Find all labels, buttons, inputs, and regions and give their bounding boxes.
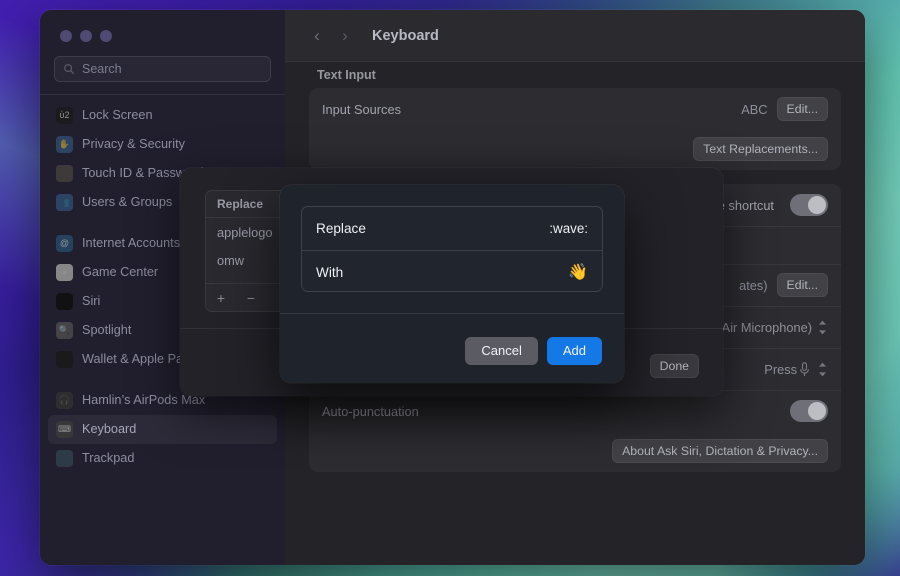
modal-actions: Cancel Add — [465, 337, 602, 365]
auto-punctuation-label: Auto-punctuation — [322, 404, 419, 419]
spotlight-icon: 🔍 — [56, 322, 73, 339]
input-sources-value: ABC — [741, 102, 767, 117]
window-controls — [40, 10, 285, 42]
users-icon: 👥 — [56, 194, 73, 211]
maximize-button[interactable] — [100, 30, 112, 42]
text-replacements-row: Text Replacements... — [309, 130, 841, 170]
sidebar-item-label: Siri — [82, 294, 100, 308]
sidebar-item-label: Privacy & Security — [82, 137, 185, 151]
sidebar-item-label: Game Center — [82, 265, 158, 279]
sidebar-item-privacy-security[interactable]: ✋ Privacy & Security — [48, 130, 277, 159]
replacement-shortcut-text: applelogo — [217, 225, 273, 240]
close-button[interactable] — [60, 30, 72, 42]
microphone-icon — [799, 362, 810, 377]
sidebar-item-label: Spotlight — [82, 323, 131, 337]
chevron-updown-icon[interactable] — [817, 361, 828, 378]
modal-with-value[interactable]: 👋 — [568, 262, 588, 282]
game-center-icon: ● — [56, 264, 73, 281]
sidebar-item-label: Internet Accounts — [82, 236, 180, 250]
row-input-sources: Input Sources ABC Edit... — [309, 88, 841, 130]
text-input-group: Input Sources ABC Edit... Text Replaceme… — [309, 88, 841, 170]
add-button[interactable]: Add — [547, 337, 602, 365]
sidebar-item-label: Lock Screen — [82, 108, 153, 122]
desktop-wallpaper: ὑ2Lock Screen✋Privacy & SecurityTouch ID… — [0, 0, 900, 576]
shortcut-value: Press — [764, 362, 797, 377]
sidebar-item-label: Keyboard — [82, 422, 136, 436]
lock-icon: ὑ2 — [56, 107, 73, 124]
modal-with-label: With — [316, 265, 343, 280]
modal-row-replace[interactable]: Replace :wave: — [302, 207, 602, 250]
text-replacements-button[interactable]: Text Replacements... — [693, 137, 828, 161]
cancel-button[interactable]: Cancel — [465, 337, 537, 365]
sidebar-divider — [40, 94, 285, 95]
row-auto-punctuation: Auto-punctuation — [309, 390, 841, 432]
forward-button[interactable]: › — [331, 22, 359, 50]
siri-icon — [56, 293, 73, 310]
page-title: Keyboard — [372, 28, 439, 44]
at-sign-icon: @ — [56, 235, 73, 252]
modal-divider — [280, 313, 624, 314]
input-sources-edit-button[interactable]: Edit... — [777, 97, 828, 121]
replacement-shortcut-text: omw — [217, 253, 244, 268]
sidebar-item-label: Users & Groups — [82, 195, 172, 209]
input-sources-label: Input Sources — [322, 102, 401, 117]
modal-replace-label: Replace — [316, 221, 366, 236]
about-row: About Ask Siri, Dictation & Privacy... — [309, 432, 841, 472]
replacements-done-button[interactable]: Done — [650, 354, 699, 378]
dictation-shortcut-toggle[interactable] — [790, 194, 828, 216]
back-button[interactable]: ‹ — [303, 22, 331, 50]
dictation-shortcut-partial-label: e shortcut — [718, 198, 774, 213]
sidebar-item-label: Trackpad — [82, 451, 134, 465]
about-ask-siri-button[interactable]: About Ask Siri, Dictation & Privacy... — [612, 439, 828, 463]
modal-field-group: Replace :wave: With 👋 — [301, 206, 603, 292]
languages-edit-button[interactable]: Edit... — [777, 273, 828, 297]
trackpad-icon — [56, 450, 73, 467]
keyboard-icon: ⌨ — [56, 421, 73, 438]
sidebar-item-lock-screen[interactable]: ὑ2 Lock Screen — [48, 101, 277, 130]
add-replacement-modal: Replace :wave: With 👋 Cancel Add — [280, 185, 624, 383]
languages-partial-value: ates) — [739, 278, 767, 293]
headphones-icon: 🎧 — [56, 392, 73, 409]
modal-replace-value[interactable]: :wave: — [549, 221, 588, 236]
section-title-text-input: Text Input — [309, 62, 841, 88]
touchid-icon — [56, 165, 73, 182]
sidebar-search — [40, 42, 285, 82]
sidebar-item-trackpad[interactable]: Trackpad — [48, 444, 277, 473]
add-replacement-button[interactable]: + — [206, 284, 236, 311]
sidebar-item-keyboard[interactable]: ⌨ Keyboard — [48, 415, 277, 444]
minimize-button[interactable] — [80, 30, 92, 42]
search-box[interactable] — [54, 56, 271, 82]
search-input[interactable] — [82, 62, 262, 76]
toolbar: ‹ › Keyboard — [285, 10, 865, 62]
wallet-icon — [56, 351, 73, 368]
modal-row-with[interactable]: With 👋 — [302, 250, 602, 292]
hand-icon: ✋ — [56, 136, 73, 153]
chevron-updown-icon[interactable] — [817, 319, 828, 336]
auto-punctuation-toggle[interactable] — [790, 400, 828, 422]
search-icon — [63, 63, 75, 75]
sidebar-item-label: Wallet & Apple Pay — [82, 352, 189, 366]
remove-replacement-button[interactable]: − — [236, 284, 266, 311]
